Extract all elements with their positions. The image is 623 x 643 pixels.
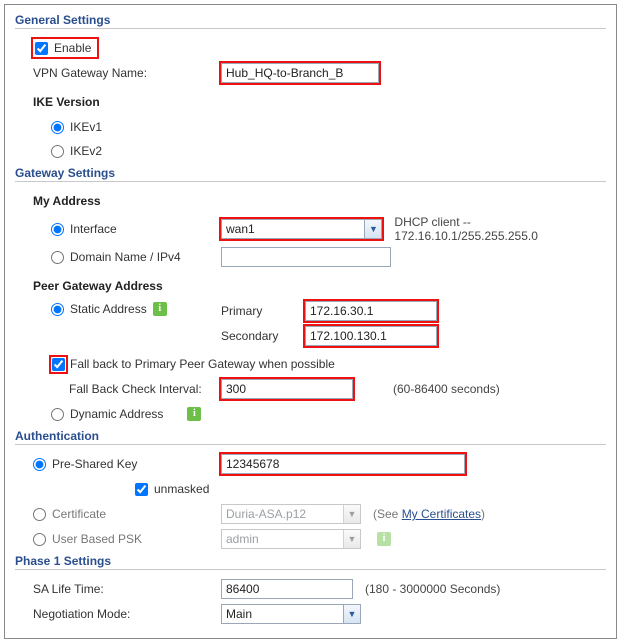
secondary-address-input[interactable] [305,326,437,346]
chevron-down-icon: ▼ [343,505,360,523]
certificate-radio[interactable] [33,508,46,521]
ikev1-label: IKEv1 [70,120,102,134]
domain-input[interactable] [221,247,391,267]
dynamic-address-radio[interactable] [51,408,64,421]
cert-see-close: ) [481,507,485,521]
user-psk-select-value: admin [226,532,259,546]
interface-select-value: wan1 [226,222,255,236]
certificate-see-text: (See My Certificates) [373,507,485,521]
psk-input[interactable] [221,454,465,474]
negotiation-mode-select[interactable]: Main ▼ [221,604,361,624]
ikev2-radio[interactable] [51,145,64,158]
static-address-label: Static Address [70,302,147,316]
fallback-interval-input[interactable] [221,379,353,399]
chevron-down-icon: ▼ [364,220,381,238]
vpn-gateway-name-label: VPN Gateway Name: [33,66,147,80]
my-address-title: My Address [33,194,101,208]
negotiation-mode-value: Main [226,607,252,621]
fallback-checkbox[interactable] [52,358,65,371]
primary-address-input[interactable] [305,301,437,321]
unmasked-checkbox[interactable] [135,483,148,496]
user-psk-select: admin ▼ [221,529,361,549]
fallback-label: Fall back to Primary Peer Gateway when p… [70,357,335,371]
secondary-label: Secondary [221,329,305,343]
certificate-label: Certificate [52,507,106,521]
ikev2-label: IKEv2 [70,144,102,158]
interface-radio[interactable] [51,223,64,236]
certificate-select: Duria-ASA.p12 ▼ [221,504,361,524]
info-icon[interactable]: i [153,302,167,316]
fallback-interval-hint: (60-86400 seconds) [393,382,500,396]
interface-label: Interface [70,222,117,236]
user-psk-radio[interactable] [33,533,46,546]
unmasked-label: unmasked [154,482,209,496]
chevron-down-icon: ▼ [343,530,360,548]
section-authentication: Authentication [15,429,606,445]
dynamic-address-label: Dynamic Address [70,407,163,421]
section-general-settings: General Settings [15,13,606,29]
interface-select[interactable]: wan1 ▼ [221,219,382,239]
info-icon[interactable]: i [187,407,201,421]
psk-radio[interactable] [33,458,46,471]
fallback-interval-label: Fall Back Check Interval: [69,382,202,396]
sa-life-input[interactable] [221,579,353,599]
enable-label: Enable [54,41,91,55]
ikev1-radio[interactable] [51,121,64,134]
section-gateway-settings: Gateway Settings [15,166,606,182]
my-certificates-link[interactable]: My Certificates [402,507,481,521]
certificate-select-value: Duria-ASA.p12 [226,507,306,521]
enable-checkbox[interactable] [35,42,48,55]
sa-life-label: SA Life Time: [33,582,104,596]
cert-see-open: (See [373,507,402,521]
enable-checkbox-wrap[interactable]: Enable [33,39,97,57]
user-psk-label: User Based PSK [52,532,142,546]
interface-hint: DHCP client -- 172.16.10.1/255.255.255.0 [394,215,606,243]
section-phase1: Phase 1 Settings [15,554,606,570]
negotiation-mode-label: Negotiation Mode: [33,607,130,621]
sa-life-hint: (180 - 3000000 Seconds) [365,582,500,596]
ike-version-title: IKE Version [33,95,100,109]
vpn-gateway-name-input[interactable] [221,63,379,83]
static-address-radio[interactable] [51,303,64,316]
chevron-down-icon: ▼ [343,605,360,623]
info-icon: i [377,532,391,546]
domain-radio[interactable] [51,251,64,264]
domain-label: Domain Name / IPv4 [70,250,181,264]
psk-label: Pre-Shared Key [52,457,137,471]
peer-gateway-title: Peer Gateway Address [33,279,163,293]
primary-label: Primary [221,304,305,318]
